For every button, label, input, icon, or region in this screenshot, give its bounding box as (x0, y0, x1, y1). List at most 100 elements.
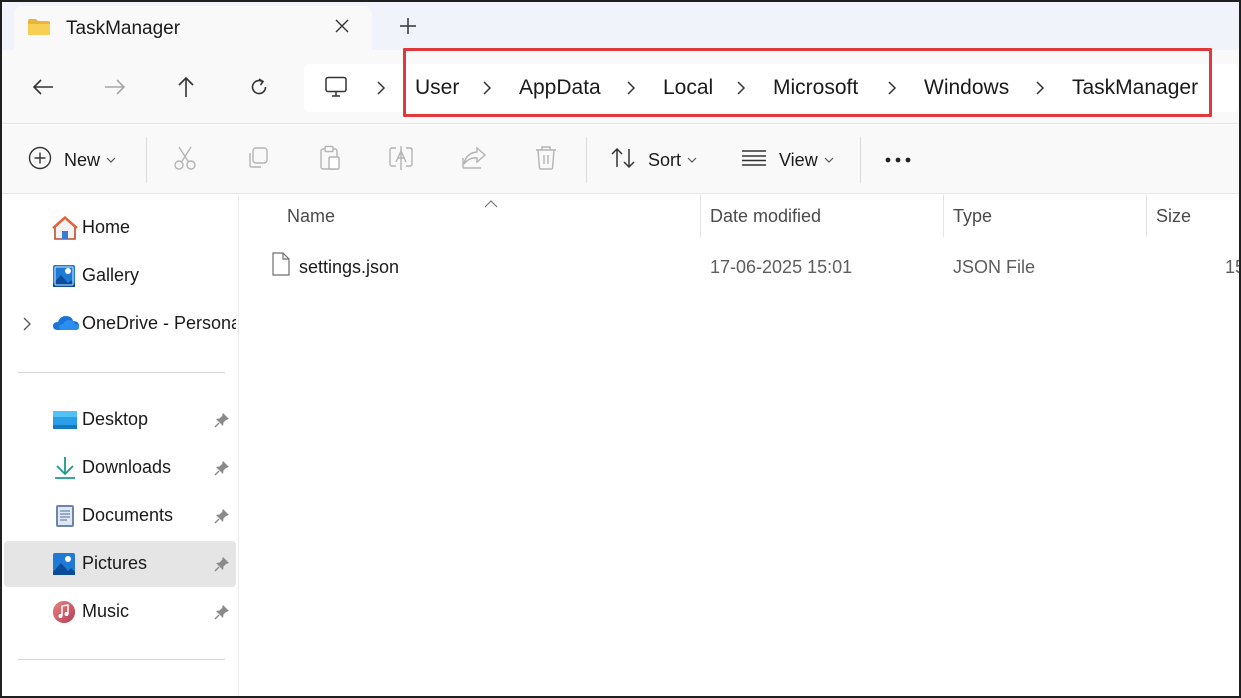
breadcrumb-microsoft[interactable]: Microsoft (773, 76, 858, 100)
file-size: 15 (1225, 257, 1239, 277)
sidebar-divider (18, 659, 225, 660)
file-date-modified: 17-06-2025 15:01 (710, 257, 853, 277)
pin-icon[interactable] (214, 556, 230, 572)
back-arrow-icon[interactable] (28, 72, 58, 102)
gallery-icon (52, 264, 76, 288)
forward-arrow-icon[interactable] (100, 72, 130, 102)
this-pc-icon[interactable] (324, 76, 348, 98)
breadcrumb-appdata[interactable]: AppData (519, 76, 601, 100)
more-options-button[interactable] (884, 145, 912, 175)
new-tab-plus-icon[interactable] (396, 14, 420, 38)
tab-title: TaskManager (66, 18, 181, 39)
new-label: New (64, 149, 101, 170)
sidebar-item-pictures[interactable]: Pictures (4, 541, 236, 587)
chevron-right-icon[interactable] (734, 77, 748, 99)
view-button[interactable]: View (741, 145, 834, 175)
onedrive-icon (52, 312, 79, 336)
file-type: JSON File (953, 257, 1036, 277)
column-divider[interactable] (700, 195, 701, 237)
chevron-down-icon (687, 151, 697, 169)
breadcrumb-windows[interactable]: Windows (924, 76, 1009, 100)
chevron-down-icon (106, 151, 116, 169)
sidebar-item-music[interactable]: Music (4, 589, 236, 635)
sidebar-item-documents[interactable]: Documents (4, 493, 236, 539)
column-header-size[interactable]: Size (1156, 206, 1191, 227)
tab-taskmanager[interactable]: TaskManager (14, 6, 372, 50)
toolbar-divider (860, 137, 861, 183)
scissors-icon (173, 145, 197, 176)
sort-arrows-icon (610, 146, 636, 175)
toolbar-divider (586, 137, 587, 183)
breadcrumb-user[interactable]: User (415, 76, 459, 100)
sidebar-item-onedrive[interactable]: OneDrive - Personal (4, 301, 236, 347)
downloads-icon (52, 456, 76, 480)
up-arrow-icon[interactable] (171, 72, 201, 102)
copy-icon (246, 146, 270, 175)
delete-button[interactable] (534, 145, 558, 175)
column-divider[interactable] (1146, 195, 1147, 237)
view-list-icon (741, 148, 767, 173)
close-tab-icon[interactable] (332, 16, 352, 36)
chevron-right-icon[interactable] (624, 77, 638, 99)
breadcrumb-local[interactable]: Local (663, 76, 713, 100)
chevron-right-icon[interactable] (374, 77, 388, 99)
pin-icon[interactable] (214, 412, 230, 428)
column-header-date-modified[interactable]: Date modified (710, 206, 821, 227)
sidebar-item-downloads[interactable]: Downloads (4, 445, 236, 491)
command-bar: New Sort View (2, 125, 1239, 194)
pin-icon[interactable] (214, 508, 230, 524)
sidebar-item-desktop[interactable]: Desktop (4, 397, 236, 443)
pin-icon[interactable] (214, 460, 230, 476)
chevron-right-icon[interactable] (22, 316, 36, 332)
refresh-icon[interactable] (244, 72, 274, 102)
home-icon (52, 215, 78, 240)
paste-button[interactable] (318, 145, 342, 175)
music-icon (52, 600, 76, 624)
file-explorer-window: TaskManager User AppData Local Microsoft… (0, 0, 1241, 698)
add-circle-icon (28, 146, 52, 175)
chevron-right-icon[interactable] (885, 77, 899, 99)
sidebar-item-label: Pictures (82, 553, 148, 573)
address-bar[interactable]: User AppData Local Microsoft Windows Tas… (304, 64, 1238, 112)
view-label: View (779, 149, 818, 170)
pictures-icon (52, 552, 76, 576)
breadcrumb-taskmanager[interactable]: TaskManager (1072, 76, 1198, 100)
file-row[interactable]: settings.json 17-06-2025 15:01 JSON File… (240, 245, 1239, 289)
file-icon (272, 252, 290, 276)
share-icon (461, 145, 487, 175)
sort-label: Sort (648, 149, 682, 170)
column-header-name[interactable]: Name (287, 206, 335, 227)
sort-button[interactable]: Sort (610, 145, 697, 175)
sidebar-item-label: Desktop (82, 409, 149, 429)
sidebar-item-label: Music (82, 601, 130, 621)
share-button[interactable] (461, 145, 487, 175)
trash-icon (534, 145, 558, 176)
chevron-right-icon[interactable] (480, 77, 494, 99)
sidebar-item-label: Gallery (82, 265, 140, 285)
copy-button[interactable] (246, 145, 270, 175)
cut-button[interactable] (173, 145, 197, 175)
file-list-view: Name Date modified Type Size settings.js… (240, 195, 1239, 696)
documents-icon (52, 504, 76, 528)
tab-strip: TaskManager (2, 2, 1239, 50)
column-header-type[interactable]: Type (953, 206, 992, 227)
sidebar-item-home[interactable]: Home (4, 205, 236, 251)
sort-ascending-caret-icon (484, 195, 498, 208)
clipboard-icon (318, 145, 342, 176)
desktop-icon (52, 408, 77, 432)
new-button[interactable]: New (28, 145, 116, 175)
chevron-down-icon (824, 151, 834, 169)
sidebar-item-label: Home (82, 217, 131, 237)
sidebar-divider (18, 372, 225, 373)
sidebar-item-gallery[interactable]: Gallery (4, 253, 236, 299)
sidebar-item-label: Downloads (82, 457, 172, 477)
folder-icon (27, 18, 51, 36)
toolbar-divider (146, 137, 147, 183)
sidebar-item-label: Documents (82, 505, 174, 525)
rename-button[interactable] (389, 145, 415, 175)
chevron-right-icon[interactable] (1033, 77, 1047, 99)
column-divider[interactable] (943, 195, 944, 237)
pin-icon[interactable] (214, 604, 230, 620)
navigation-bar: User AppData Local Microsoft Windows Tas… (2, 50, 1239, 124)
sidebar-item-label: OneDrive - Personal (82, 313, 236, 333)
